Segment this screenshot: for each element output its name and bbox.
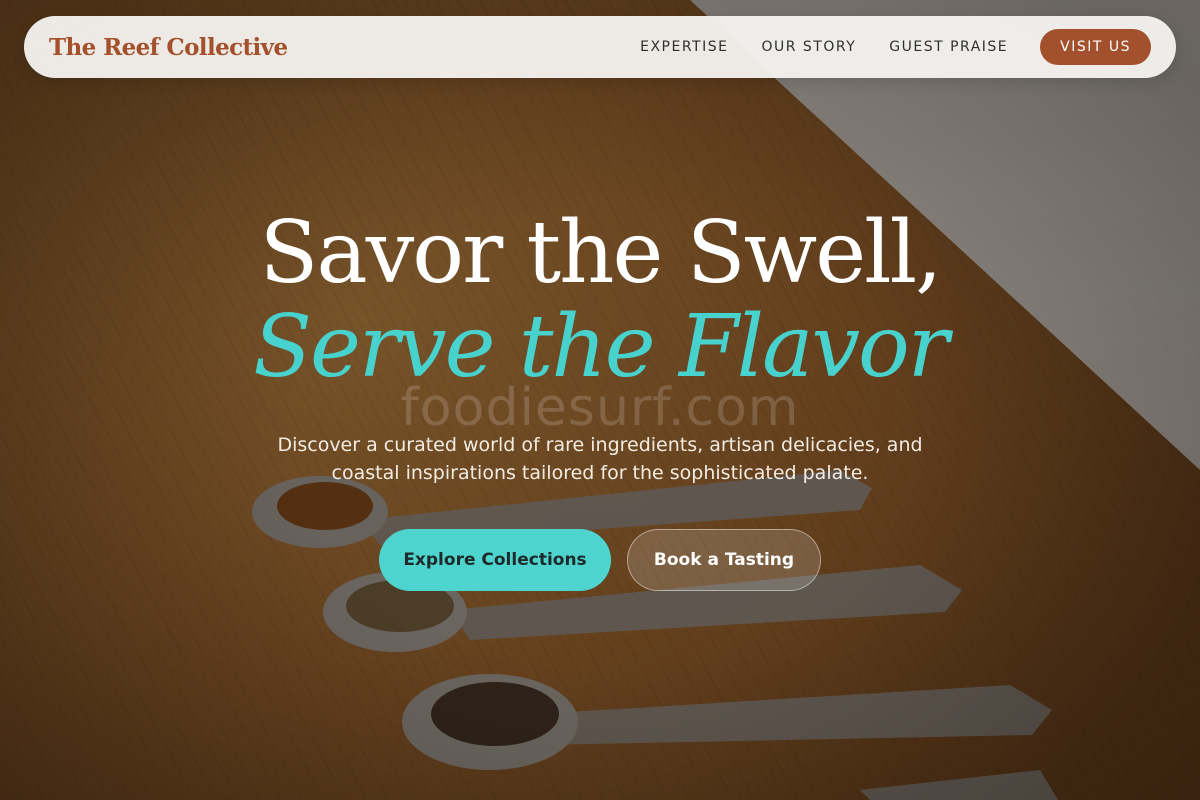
nav-link-expertise[interactable]: EXPERTISE [640,39,728,55]
hero-title: Savor the Swell, [259,203,943,303]
nav-link-guest-praise[interactable]: GUEST PRAISE [889,39,1008,55]
nav-links: EXPERTISE OUR STORY GUEST PRAISE VISIT U… [640,29,1151,65]
hero-subtitle: Discover a curated world of rare ingredi… [277,434,923,484]
top-navbar: The Reef Collective EXPERTISE OUR STORY … [24,16,1176,78]
hero-section: Savor the Swell, Serve the Flavor Discov… [0,205,1200,591]
book-tasting-button[interactable]: Book a Tasting [627,529,821,591]
explore-collections-button[interactable]: Explore Collections [379,529,611,591]
hero-title-accent: Serve the Flavor [253,297,949,397]
brand-logo[interactable]: The Reef Collective [49,34,288,61]
nav-link-our-story[interactable]: OUR STORY [761,39,856,55]
hero-cta-row: Explore Collections Book a Tasting [0,529,1200,591]
visit-us-button[interactable]: VISIT US [1040,29,1151,65]
